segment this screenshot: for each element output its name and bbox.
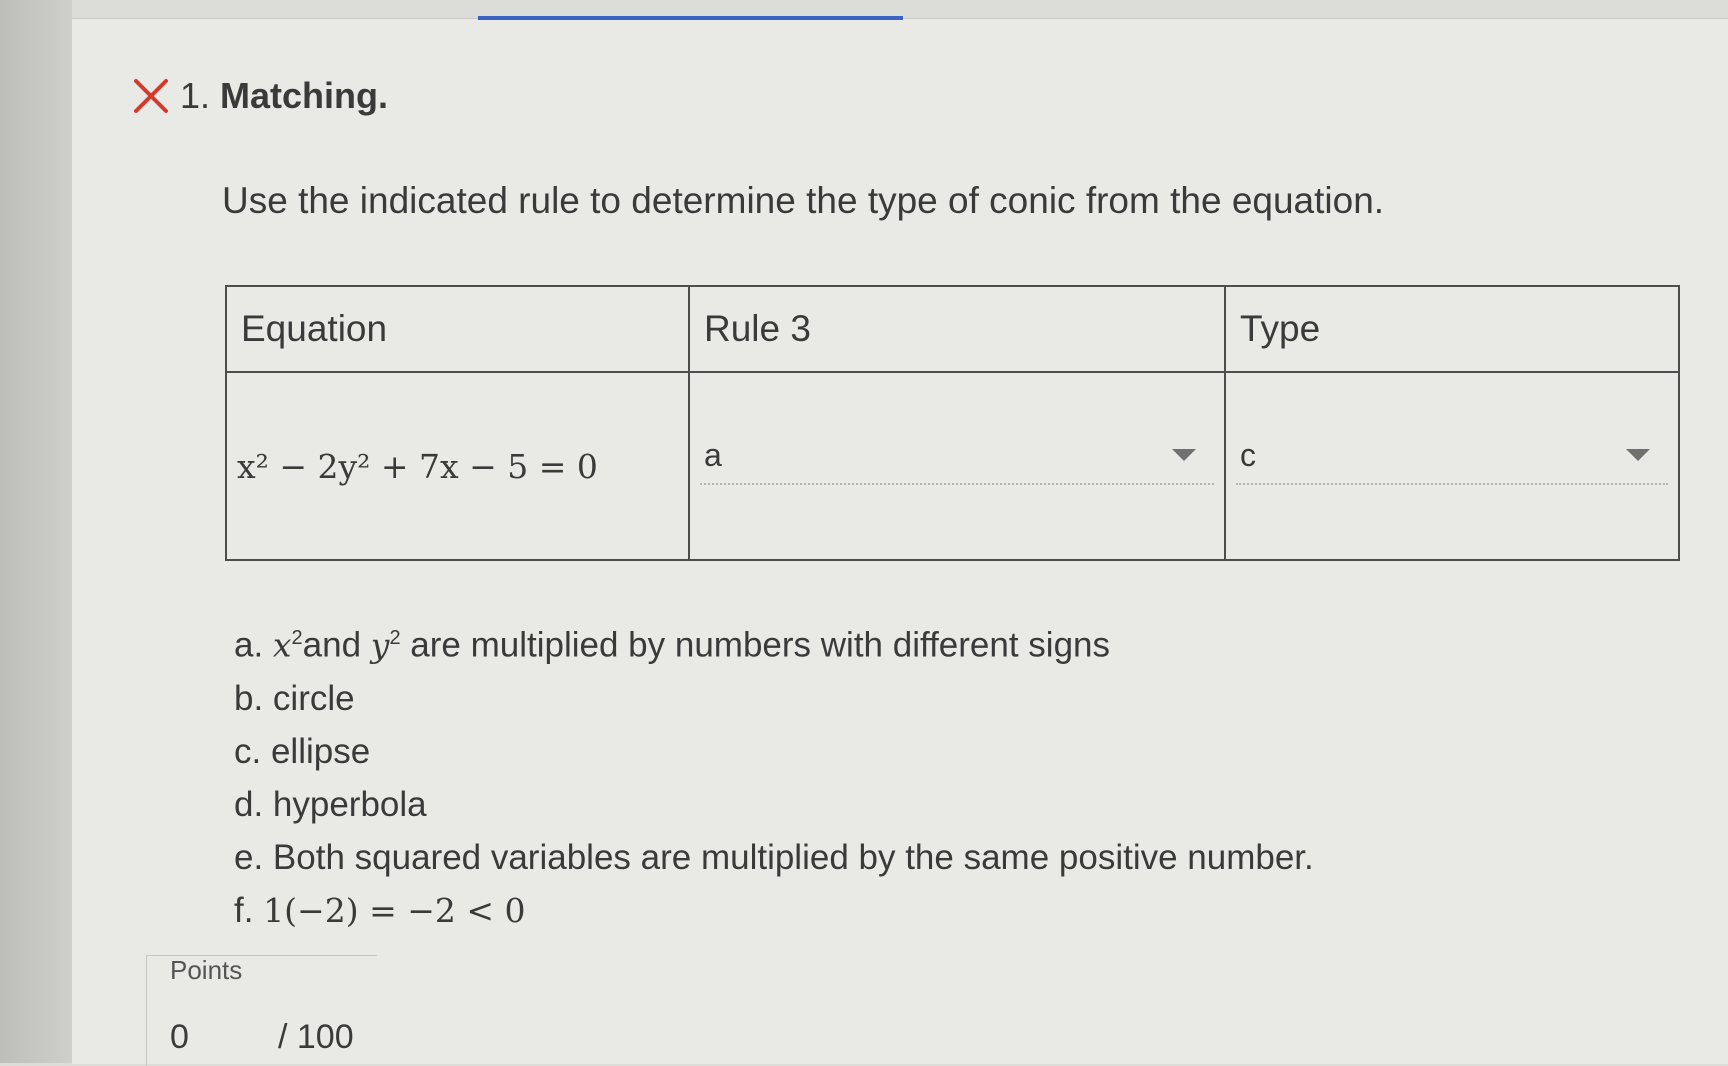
question-header: 1. Matching. — [132, 75, 388, 117]
option-f: f. 1(−2) = −2 < 0 — [234, 884, 1314, 937]
chevron-down-icon[interactable] — [1626, 449, 1650, 461]
points-total: / 100 — [278, 1018, 354, 1056]
option-f-prefix: f. — [234, 890, 264, 930]
question-prompt: Use the indicated rule to determine the … — [222, 180, 1385, 221]
option-a-prefix: a. — [234, 625, 273, 665]
tab-underline — [478, 16, 903, 20]
question-type: Matching. — [220, 75, 389, 116]
option-b: b. circle — [234, 678, 355, 718]
rule-select-value: a — [704, 436, 722, 473]
question-number: 1. — [180, 75, 211, 116]
option-a: a. x2and y2 are multiplied by numbers wi… — [234, 612, 1314, 672]
x-icon — [134, 79, 168, 113]
option-a-exponent-2: 2 — [389, 627, 401, 649]
option-d: d. hyperbola — [234, 784, 427, 824]
option-a-y: y — [370, 625, 390, 665]
header-equation: Equation — [225, 285, 690, 373]
option-a-exponent-1: 2 — [291, 627, 303, 649]
option-c: c. ellipse — [234, 731, 371, 771]
left-shade — [0, 0, 72, 1063]
rule-cell: a — [688, 371, 1226, 561]
option-a-mid: and — [302, 625, 371, 665]
table-row: x² − 2y² + 7x − 5 = 0 a c — [225, 371, 1680, 561]
header-rule: Rule 3 — [688, 285, 1226, 373]
option-f-math: 1(−2) = −2 < 0 — [263, 890, 526, 930]
type-select[interactable]: c — [1236, 427, 1668, 485]
header-type: Type — [1224, 285, 1680, 373]
chevron-down-icon[interactable] — [1172, 449, 1196, 461]
type-select-value: c — [1240, 436, 1256, 473]
matching-table: Equation Rule 3 Type x² − 2y² + 7x − 5 =… — [225, 285, 1680, 561]
rule-select[interactable]: a — [700, 427, 1214, 485]
points-label: Points — [170, 955, 243, 985]
equation-text: x² − 2y² + 7x − 5 = 0 — [237, 446, 598, 486]
option-a-x: x — [272, 625, 292, 665]
equation-cell: x² − 2y² + 7x − 5 = 0 — [225, 371, 690, 561]
option-e: e. Both squared variables are multiplied… — [234, 837, 1314, 877]
type-cell: c — [1224, 371, 1680, 561]
answer-options: a. x2and y2 are multiplied by numbers wi… — [234, 612, 1314, 937]
points-value: 0 — [170, 1018, 189, 1056]
option-a-suffix: are multiplied by numbers with different… — [400, 625, 1110, 665]
table-header-row: Equation Rule 3 Type — [225, 285, 1680, 373]
